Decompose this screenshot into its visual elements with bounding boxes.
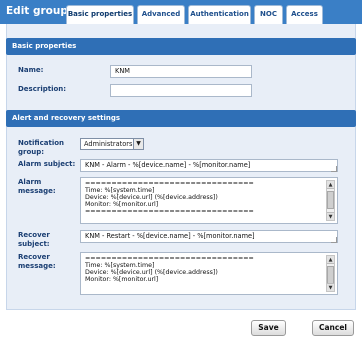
alarm-message-line: ================================ bbox=[85, 208, 254, 216]
alarm-message-line: Monitor: %[monitor.url] bbox=[85, 201, 159, 209]
tab-access[interactable]: Access bbox=[286, 5, 323, 24]
alarm-message-line: ================================ bbox=[85, 180, 254, 187]
recover-message-label-line2: message: bbox=[18, 262, 56, 270]
notification-group-label: Notification group: bbox=[18, 139, 64, 157]
recover-subject-label-line1: Recover bbox=[18, 231, 50, 239]
save-button[interactable]: Save bbox=[251, 320, 286, 336]
tab-advanced[interactable]: Advanced bbox=[137, 5, 185, 24]
scrollbar-thumb[interactable] bbox=[327, 191, 334, 209]
alarm-subject-label: Alarm subject: bbox=[18, 160, 76, 168]
alert-recovery-header: Alert and recovery settings bbox=[6, 110, 356, 127]
notification-group-label-line2: group: bbox=[18, 148, 45, 156]
recover-message-scrollbar[interactable]: ▲ ▼ bbox=[326, 255, 335, 292]
recover-message-line: Time: %[system.time] bbox=[85, 262, 155, 270]
tab-noc[interactable]: NOC bbox=[254, 5, 283, 24]
recover-subject-field[interactable]: KNM - Restart - %[device.name] - %[monit… bbox=[80, 230, 338, 243]
name-label: Name: bbox=[18, 66, 44, 74]
description-label: Description: bbox=[18, 85, 67, 93]
scroll-up-icon[interactable]: ▲ bbox=[327, 256, 334, 264]
dialog-title: Edit group bbox=[6, 5, 68, 17]
alarm-message-label-line2: message: bbox=[18, 187, 56, 195]
scroll-up-icon[interactable]: ▲ bbox=[327, 181, 334, 189]
notification-group-label-line1: Notification bbox=[18, 139, 65, 147]
scroll-down-icon[interactable]: ▼ bbox=[327, 283, 334, 291]
basic-properties-header: Basic properties bbox=[6, 38, 356, 55]
recover-message-line: ================================ bbox=[85, 255, 254, 262]
alarm-message-label: Alarm message: bbox=[18, 178, 56, 196]
recover-message-line: Device: %[device.url] (%[device.address]… bbox=[85, 269, 218, 277]
recover-subject-label-line2: subject: bbox=[18, 240, 50, 248]
recover-message-textarea[interactable]: ================================ Time: %… bbox=[80, 252, 338, 295]
cancel-button[interactable]: Cancel bbox=[312, 320, 354, 336]
name-field[interactable]: KNM bbox=[110, 65, 252, 78]
tab-basic-properties[interactable]: Basic properties bbox=[66, 5, 134, 24]
notification-group-value: Administrators bbox=[84, 140, 133, 148]
alarm-message-textarea[interactable]: ================================ Time: %… bbox=[80, 177, 338, 224]
alarm-message-line: Device: %[device.url] (%[device.address]… bbox=[85, 194, 218, 202]
recover-message-label-line1: Recover bbox=[18, 253, 50, 261]
alarm-message-scrollbar[interactable]: ▲ ▼ bbox=[326, 180, 335, 221]
description-field[interactable] bbox=[110, 84, 252, 97]
tab-authentication[interactable]: Authentication bbox=[188, 5, 251, 24]
alarm-message-line: Time: %[system.time] bbox=[85, 187, 155, 195]
recover-subject-resize-handle[interactable] bbox=[331, 237, 337, 243]
recover-subject-label: Recover subject: bbox=[18, 231, 50, 249]
alarm-subject-field[interactable]: KNM - Alarm - %[device.name] - %[monitor… bbox=[80, 159, 338, 172]
alarm-message-label-line1: Alarm bbox=[18, 178, 42, 186]
alarm-subject-resize-handle[interactable] bbox=[331, 166, 337, 172]
scroll-down-icon[interactable]: ▼ bbox=[327, 212, 334, 220]
dialog-header: Edit group Basic properties Advanced Aut… bbox=[0, 0, 362, 24]
recover-message-label: Recover message: bbox=[18, 253, 56, 271]
scrollbar-thumb[interactable] bbox=[327, 266, 334, 284]
recover-message-line: Monitor: %[monitor.url] bbox=[85, 276, 159, 284]
notification-group-select[interactable]: Administrators ▼ bbox=[80, 138, 144, 150]
chevron-down-icon[interactable]: ▼ bbox=[133, 139, 143, 149]
